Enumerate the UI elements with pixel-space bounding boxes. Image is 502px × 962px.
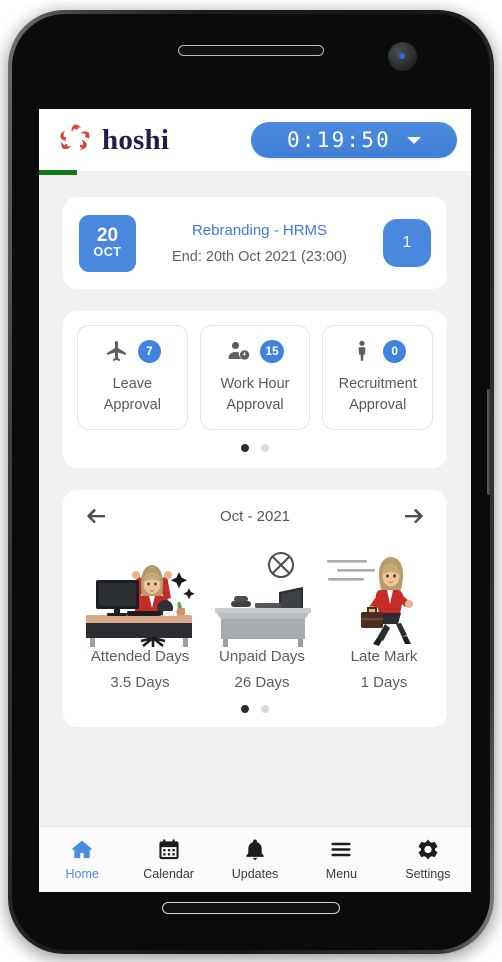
- attendance-pagination: [79, 691, 431, 723]
- attendance-stat-unpaid-days[interactable]: Unpaid Days 26 Days: [201, 546, 323, 691]
- empty-desk-absent-illustration: [215, 552, 311, 648]
- phone-frame: hoshi 0:19:50 20 OCT Rebranding - HRMS E…: [8, 10, 494, 954]
- task-date-badge: 20 OCT: [79, 214, 136, 272]
- attendance-stat-late-mark[interactable]: Late Mark 1 Days: [323, 546, 445, 691]
- approvals-pagination: [77, 430, 433, 462]
- bell-icon: [246, 839, 264, 861]
- task-count-badge: 1: [383, 219, 431, 267]
- approval-label-leave: Leave Approval: [104, 374, 161, 415]
- approval-label-line1: Work Hour: [220, 376, 290, 392]
- approval-label-line1: Recruitment: [338, 376, 417, 392]
- arrow-left-icon[interactable]: [83, 506, 109, 526]
- attendance-panel: Oct - 2021 Attended Days 3.5 Days Unpaid…: [63, 490, 447, 728]
- task-date-day: 20: [96, 225, 119, 247]
- nav-label: Updates: [231, 867, 279, 881]
- task-date-month: OCT: [93, 245, 122, 260]
- person-icon: [358, 340, 366, 361]
- attendance-value: 26 Days: [234, 674, 290, 692]
- chevron-down-icon[interactable]: [406, 136, 421, 144]
- nav-label: Home: [65, 867, 99, 881]
- attendance-label: Unpaid Days: [219, 648, 305, 666]
- nav-item-updates[interactable]: Updates: [212, 838, 298, 881]
- home-button[interactable]: [162, 902, 340, 914]
- pagination-dot[interactable]: [241, 444, 249, 453]
- approval-head: 15: [226, 338, 284, 364]
- phone-bezel: hoshi 0:19:50 20 OCT Rebranding - HRMS E…: [12, 14, 490, 950]
- header-progress-indicator: [39, 170, 77, 175]
- approval-badge-recruitment: 0: [383, 339, 407, 363]
- content-scroll-area[interactable]: 20 OCT Rebranding - HRMS End: 20th Oct 2…: [39, 171, 471, 826]
- nav-label: Calendar: [143, 867, 194, 881]
- nav-item-calendar[interactable]: Calendar: [125, 838, 211, 881]
- attendance-stat-attended-days[interactable]: Attended Days 3.5 Days: [79, 546, 201, 691]
- hoshi-starburst-icon: [60, 124, 90, 150]
- nav-label: Menu: [325, 867, 358, 881]
- brand-block[interactable]: hoshi: [55, 122, 169, 158]
- attendance-month-label: Oct - 2021: [219, 507, 291, 525]
- earpiece-speaker: [178, 45, 324, 56]
- app-header: hoshi 0:19:50: [39, 109, 471, 175]
- attendance-label: Attended Days: [90, 648, 190, 666]
- task-card[interactable]: 20 OCT Rebranding - HRMS End: 20th Oct 2…: [63, 197, 447, 289]
- task-text-block: Rebranding - HRMS End: 20th Oct 2021 (23…: [148, 222, 371, 265]
- nav-item-settings[interactable]: Settings: [385, 838, 471, 881]
- approval-label-line2: Approval: [103, 396, 161, 413]
- session-timer-button[interactable]: 0:19:50: [251, 122, 457, 158]
- power-button[interactable]: [487, 389, 490, 495]
- menu-icon: [331, 842, 352, 857]
- person-clock-icon: [228, 341, 250, 360]
- attendance-value: 1 Days: [360, 674, 408, 692]
- task-end-date: End: 20th Oct 2021 (23:00): [172, 248, 347, 265]
- approval-head: 0: [349, 338, 407, 364]
- happy-employee-at-desk-illustration: [86, 565, 195, 648]
- pagination-dot[interactable]: [261, 444, 269, 453]
- nav-item-menu[interactable]: Menu: [298, 838, 384, 881]
- content-top-spacer: [39, 171, 471, 197]
- approval-card-leave[interactable]: 7 Leave Approval: [77, 325, 188, 431]
- calendar-icon: [159, 839, 179, 860]
- attendance-value: 3.5 Days: [110, 674, 170, 692]
- pagination-dot[interactable]: [261, 705, 269, 714]
- task-title[interactable]: Rebranding - HRMS: [148, 222, 371, 239]
- approval-badge-work-hour: 15: [260, 339, 284, 363]
- approvals-panel: 7 Leave Approval 15 Work Hour Approval 0…: [63, 311, 447, 469]
- approval-label-line1: Leave: [112, 376, 153, 392]
- approval-label-line2: Approval: [349, 396, 407, 413]
- attendance-row: Attended Days 3.5 Days Unpaid Days 26 Da…: [79, 546, 431, 691]
- nav-label: Settings: [405, 867, 451, 881]
- gear-icon: [418, 839, 438, 860]
- approval-card-work-hour[interactable]: 15 Work Hour Approval: [199, 325, 311, 431]
- nav-item-home[interactable]: Home: [39, 838, 125, 881]
- approvals-row: 7 Leave Approval 15 Work Hour Approval 0…: [77, 325, 434, 431]
- airplane-icon: [106, 341, 126, 361]
- brand-name: hoshi: [102, 123, 170, 156]
- front-camera-icon: [388, 42, 417, 71]
- app-screen: hoshi 0:19:50 20 OCT Rebranding - HRMS E…: [39, 109, 471, 892]
- attendance-label: Late Mark: [350, 648, 418, 666]
- approval-label-recruitment: Recruitment Approval: [339, 374, 417, 415]
- bottom-navigation-bar: Home Calendar Updates Menu Settings: [39, 826, 471, 892]
- approval-label-line2: Approval: [226, 396, 284, 413]
- approval-badge-leave: 7: [137, 339, 161, 363]
- approval-card-recruitment[interactable]: 0 Recruitment Approval: [322, 325, 434, 431]
- approval-head: 7: [104, 338, 161, 364]
- approval-label-work-hour: Work Hour Approval: [220, 374, 289, 415]
- home-icon: [72, 840, 93, 859]
- running-late-employee-illustration: [327, 557, 413, 647]
- pagination-dot[interactable]: [241, 705, 249, 714]
- arrow-right-icon[interactable]: [401, 506, 427, 526]
- timer-value: 0:19:50: [287, 128, 391, 152]
- attendance-header: Oct - 2021: [79, 504, 431, 532]
